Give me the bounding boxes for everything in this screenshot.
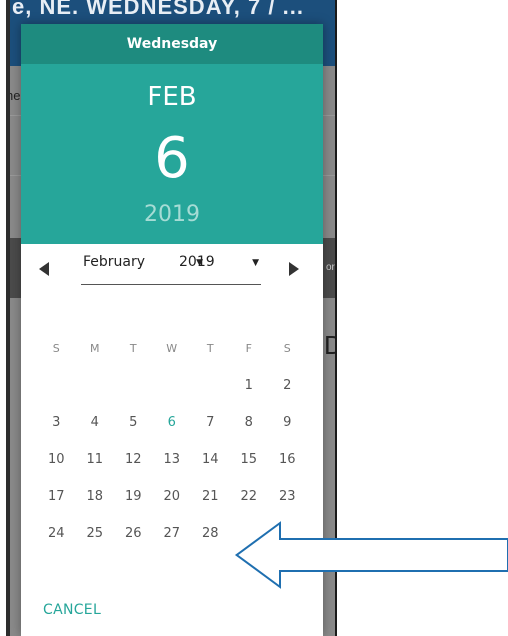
annotation-arrow-icon — [234, 521, 508, 589]
